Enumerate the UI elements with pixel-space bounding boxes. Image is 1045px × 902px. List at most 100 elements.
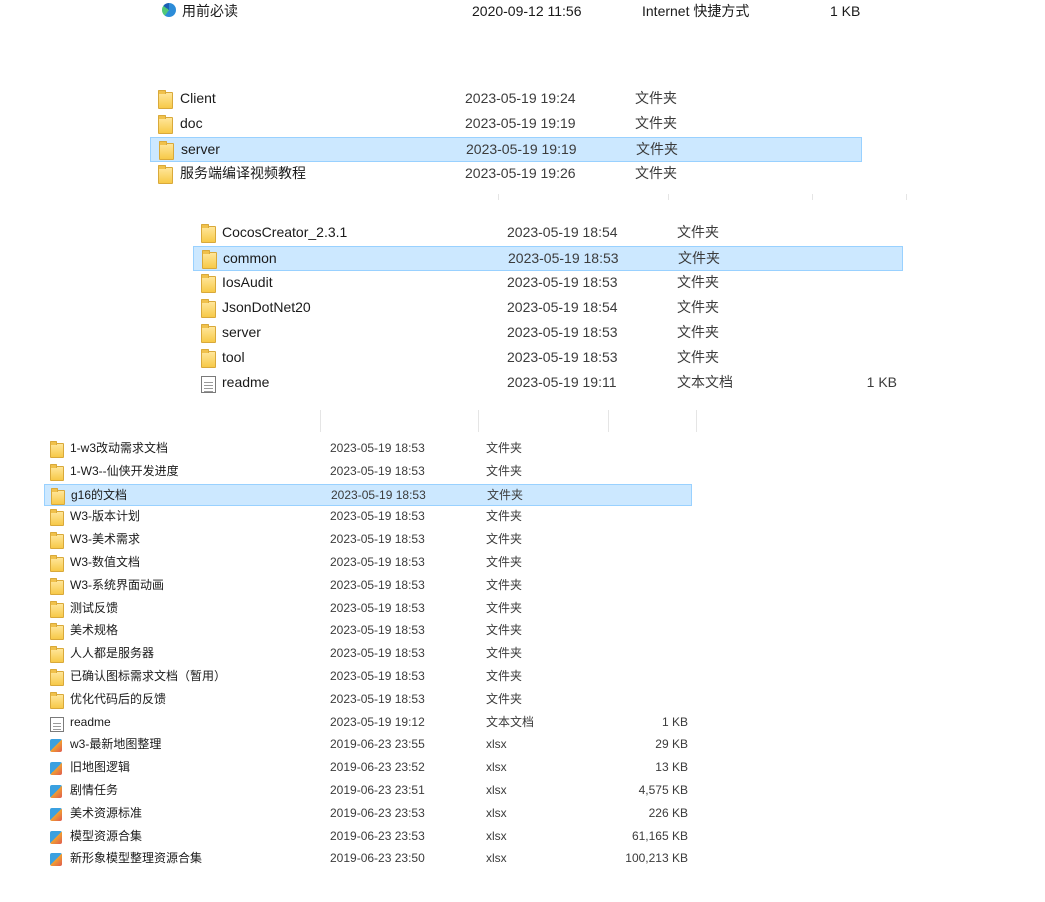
file-size: 61,165 KB: [631, 828, 688, 843]
panel-a-cut-edge: [150, 190, 910, 200]
file-type: xlsx: [486, 782, 507, 797]
file-row[interactable]: server 2023-05-19 18:53 文件夹: [193, 321, 903, 346]
file-row[interactable]: 美术资源标准 2019-06-23 23:53 xlsx 226 KB: [44, 803, 692, 826]
folder-icon: [50, 509, 64, 527]
file-row[interactable]: W3-数值文档 2023-05-19 18:53 文件夹: [44, 552, 692, 575]
file-type: xlsx: [486, 828, 507, 843]
file-row[interactable]: 1-w3改动需求文档 2023-05-19 18:53 文件夹: [44, 438, 692, 461]
file-date: 2019-06-23 23:53: [330, 828, 425, 843]
file-date: 2023-05-19 18:53: [331, 487, 426, 502]
file-size: 1 KB: [866, 374, 897, 390]
file-row[interactable]: common 2023-05-19 18:53 文件夹: [193, 246, 903, 271]
file-size: 226 KB: [648, 805, 688, 820]
file-name: W3-美术需求: [70, 532, 140, 547]
file-name: w3-最新地图整理: [70, 737, 162, 752]
xlsx-file-icon: [50, 784, 62, 798]
file-type: 文件夹: [677, 324, 719, 340]
file-size: 29 KB: [655, 737, 688, 752]
file-type: 文件夹: [486, 691, 523, 706]
file-type: xlsx: [486, 760, 507, 775]
file-name: 测试反馈: [70, 600, 119, 615]
file-size: 1 KB: [830, 3, 861, 19]
file-type: 文件夹: [678, 250, 720, 266]
file-row[interactable]: g16的文档 2023-05-19 18:53 文件夹: [44, 483, 692, 507]
file-row[interactable]: 剧情任务 2019-06-23 23:51 xlsx 4,575 KB: [44, 780, 692, 803]
file-row[interactable]: 美术规格 2023-05-19 18:53 文件夹: [44, 620, 692, 643]
file-row[interactable]: 优化代码后的反馈 2023-05-19 18:53 文件夹: [44, 689, 692, 712]
file-row[interactable]: Client 2023-05-19 19:24 文件夹: [150, 87, 862, 112]
folder-icon: [201, 274, 216, 293]
file-name: CocosCreator_2.3.1: [222, 224, 348, 240]
file-name: readme: [222, 374, 270, 390]
file-list-panel-a: Client 2023-05-19 19:24 文件夹 doc 2023-05-19 1…: [150, 87, 865, 195]
file-date: 2023-05-19 18:53: [330, 463, 425, 478]
folder-icon: [201, 349, 216, 368]
file-row[interactable]: 模型资源合集 2019-06-23 23:53 xlsx 61,165 KB: [44, 826, 692, 849]
file-type: 文件夹: [486, 623, 523, 638]
file-type: 文件夹: [486, 441, 523, 455]
file-row[interactable]: IosAudit 2023-05-19 18:53 文件夹: [193, 271, 903, 296]
file-row[interactable]: w3-最新地图整理 2019-06-23 23:55 xlsx 29 KB: [44, 734, 692, 757]
file-date: 2023-05-19 19:24: [465, 90, 576, 106]
file-date: 2023-05-19 19:12: [330, 714, 425, 729]
file-date: 2023-05-19 18:53: [330, 554, 425, 569]
text-file-icon: [50, 716, 64, 732]
file-name: g16的文档: [71, 487, 128, 502]
folder-icon: [50, 577, 64, 595]
file-name: 1-w3改动需求文档: [70, 441, 169, 455]
top-snippet: 用前必读 2020-09-12 11:56 Internet 快捷方式 1 KB: [150, 0, 870, 26]
file-row[interactable]: 用前必读 2020-09-12 11:56 Internet 快捷方式 1 KB: [150, 0, 870, 22]
file-name: 服务端编译视频教程: [180, 165, 306, 181]
file-type: 文件夹: [486, 600, 523, 615]
file-name: 旧地图逻辑: [70, 760, 131, 775]
file-type: 文件夹: [635, 90, 677, 106]
file-row[interactable]: W3-版本计划 2023-05-19 18:53 文件夹: [44, 506, 692, 529]
xlsx-file-icon: [50, 830, 62, 844]
file-row[interactable]: W3-美术需求 2023-05-19 18:53 文件夹: [44, 529, 692, 552]
file-date: 2023-05-19 19:19: [466, 141, 577, 157]
file-date: 2023-05-19 18:53: [330, 600, 425, 615]
file-type: 文件夹: [677, 274, 719, 290]
text-file-icon: [201, 376, 216, 393]
file-date: 2023-05-19 18:54: [507, 299, 618, 315]
file-row[interactable]: 已确认图标需求文档（暂用） 2023-05-19 18:53 文件夹: [44, 666, 692, 689]
file-date: 2019-06-23 23:51: [330, 782, 425, 797]
folder-icon: [50, 463, 64, 481]
file-type: Internet 快捷方式: [642, 3, 750, 19]
file-row[interactable]: CocosCreator_2.3.1 2023-05-19 18:54 文件夹: [193, 221, 903, 246]
file-row[interactable]: 新形象模型整理资源合集 2019-06-23 23:50 xlsx 100,213 K…: [44, 848, 692, 871]
folder-icon: [201, 299, 216, 318]
file-type: 文件夹: [487, 487, 524, 502]
file-row[interactable]: server 2023-05-19 19:19 文件夹: [150, 137, 862, 162]
file-name: 用前必读: [182, 3, 238, 19]
file-row[interactable]: W3-系统界面动画 2023-05-19 18:53 文件夹: [44, 575, 692, 598]
file-date: 2023-05-19 18:53: [330, 532, 425, 547]
file-row[interactable]: JsonDotNet20 2023-05-19 18:54 文件夹: [193, 296, 903, 321]
file-row[interactable]: readme 2023-05-19 19:12 文本文档 1 KB: [44, 712, 692, 735]
file-name: 剧情任务: [70, 782, 119, 797]
file-type: xlsx: [486, 851, 507, 866]
file-row[interactable]: 测试反馈 2023-05-19 18:53 文件夹: [44, 598, 692, 621]
folder-icon: [50, 441, 64, 458]
file-name: W3-系统界面动画: [70, 577, 164, 592]
file-size: 13 KB: [655, 760, 688, 775]
file-name: 新形象模型整理资源合集: [70, 851, 203, 866]
file-date: 2023-05-19 18:53: [507, 324, 618, 340]
file-date: 2023-05-19 18:53: [508, 250, 619, 266]
file-type: 文件夹: [677, 299, 719, 315]
panel-c-header-cut: [40, 410, 700, 432]
file-type: xlsx: [486, 737, 507, 752]
xlsx-file-icon: [50, 739, 62, 753]
file-row[interactable]: tool 2023-05-19 18:53 文件夹: [193, 346, 903, 371]
file-row[interactable]: readme 2023-05-19 19:11 文本文档 1 KB: [193, 371, 903, 396]
file-name: tool: [222, 349, 245, 365]
file-row[interactable]: 人人都是服务器 2023-05-19 18:53 文件夹: [44, 643, 692, 666]
file-row[interactable]: 旧地图逻辑 2019-06-23 23:52 xlsx 13 KB: [44, 757, 692, 780]
xlsx-file-icon: [50, 807, 62, 821]
folder-icon: [51, 487, 65, 505]
file-row[interactable]: 服务端编译视频教程 2023-05-19 19:26 文件夹: [150, 162, 862, 187]
file-row[interactable]: 1-W3--仙侠开发进度 2023-05-19 18:53 文件夹: [44, 461, 692, 484]
file-row[interactable]: doc 2023-05-19 19:19 文件夹: [150, 112, 862, 137]
file-type: 文件夹: [677, 349, 719, 365]
folder-icon: [50, 691, 64, 709]
